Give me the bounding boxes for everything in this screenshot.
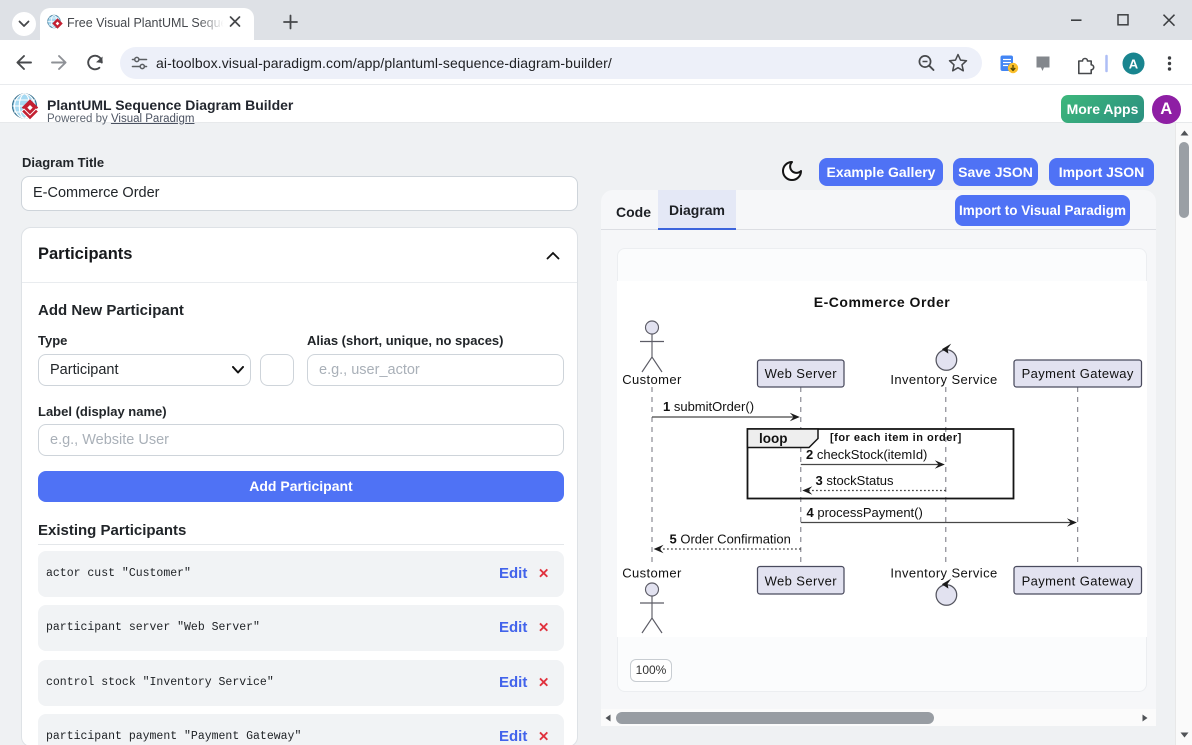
svg-text:A: A [1129,56,1139,71]
svg-text:[for each item in order]: [for each item in order] [830,432,962,444]
svg-text:Inventory Service: Inventory Service [890,566,997,581]
svg-text:Payment Gateway: Payment Gateway [1022,573,1134,588]
svg-text:3 stockStatus: 3 stockStatus [816,473,895,488]
svg-text:2 checkStock(itemId): 2 checkStock(itemId) [806,447,927,462]
svg-text:E-Commerce Order: E-Commerce Order [814,294,950,310]
svg-text:Payment Gateway: Payment Gateway [1022,366,1134,381]
svg-text:4 processPayment(): 4 processPayment() [807,505,923,520]
svg-text:loop: loop [759,431,788,446]
svg-text:Customer: Customer [622,566,682,581]
svg-text:1 submitOrder(): 1 submitOrder() [663,399,754,414]
svg-text:Customer: Customer [622,372,682,387]
svg-text:Web Server: Web Server [765,573,838,588]
svg-text:5 Order Confirmation: 5 Order Confirmation [670,532,791,547]
svg-text:Web Server: Web Server [765,366,838,381]
svg-text:Inventory Service: Inventory Service [890,372,997,387]
